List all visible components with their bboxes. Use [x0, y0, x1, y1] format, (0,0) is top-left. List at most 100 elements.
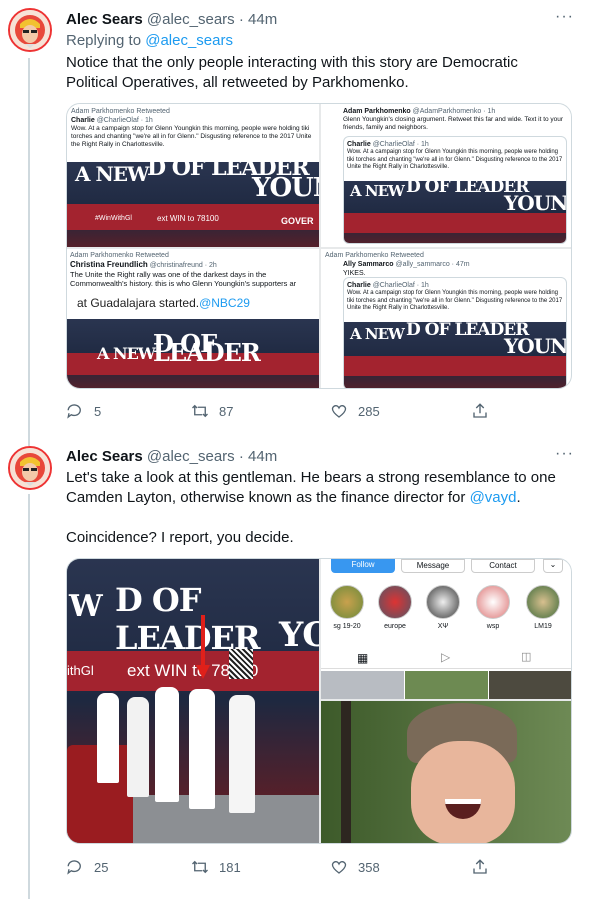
bus-photo: A NEW D OF LEADER: [67, 319, 319, 388]
play-icon[interactable]: ▷: [441, 650, 450, 664]
reply-button[interactable]: 5: [66, 402, 101, 420]
more-icon[interactable]: ···: [555, 445, 574, 463]
avatar[interactable]: [8, 446, 52, 490]
tweet-media[interactable]: Adam Parkhomenko Retweeted Charlie @Char…: [66, 103, 572, 389]
timestamp[interactable]: 44m: [248, 448, 277, 465]
media-photo-selfie[interactable]: [321, 701, 571, 843]
red-arrow-icon: [196, 615, 210, 679]
author-handle[interactable]: @alec_sears: [147, 11, 235, 28]
retweet-line: Adam Parkhomenko Retweeted: [70, 252, 169, 259]
heart-icon: [331, 860, 347, 874]
grid-icon[interactable]: ▦: [357, 651, 368, 665]
message-button[interactable]: Message: [401, 559, 465, 573]
media-screenshot-3[interactable]: Adam Parkhomenko @AdamParkhomenko · 1h G…: [321, 104, 571, 247]
retweet-button[interactable]: 87: [191, 402, 233, 420]
profile-grid: [321, 671, 571, 699]
timestamp[interactable]: 44m: [248, 11, 277, 28]
like-button[interactable]: 358: [330, 858, 380, 876]
person: [127, 697, 149, 797]
retweet-button[interactable]: 181: [191, 858, 241, 876]
more-icon[interactable]: ···: [555, 8, 574, 26]
profile-buttons: Follow Message Contact ⌄: [331, 559, 567, 573]
retweet-count: 181: [219, 859, 241, 875]
retweet-count: 87: [219, 403, 234, 419]
highlights-row: sg 19-20 europe XΨ wsp LM19: [327, 585, 571, 633]
embedded-author: Christina Freundlich @christinafreund · …: [70, 260, 217, 269]
like-button[interactable]: 285: [330, 402, 380, 420]
video-caption: at Guadalajara started.@NBC29: [77, 296, 250, 310]
face: [411, 741, 515, 843]
media-screenshot-4[interactable]: Adam Parkhomenko Retweeted Ally Sammarco…: [321, 249, 571, 388]
bus-photo: A NEW D OF LEADER YOUNGK #WinWithGl ext …: [67, 155, 319, 247]
bus-sign-text: D OF LEADER: [153, 329, 261, 367]
separator: ·: [238, 448, 244, 465]
retweet-line: Adam Parkhomenko Retweeted: [325, 252, 424, 259]
bus-photo: A NEW D OF LEADER YOUNGK: [344, 179, 566, 243]
author-name[interactable]: Alec Sears: [66, 11, 143, 28]
embedded-author: Ally Sammarco @ally_sammarco · 47m: [343, 261, 470, 268]
tweet-actions: 25 181 358: [66, 858, 496, 878]
highlight-item[interactable]: europe: [375, 585, 415, 630]
tree-trunk: [341, 701, 351, 843]
highlight-item[interactable]: sg 19-20: [327, 585, 367, 630]
mention-link[interactable]: @vayd: [470, 489, 517, 506]
tweet-header: Alec Sears @alec_sears · 44m: [66, 11, 277, 28]
reply-icon: [67, 404, 81, 419]
thread-line: [28, 58, 30, 440]
tweet-1[interactable]: Alec Sears @alec_sears · 44m ··· Replyin…: [0, 0, 598, 440]
share-icon: [473, 859, 487, 874]
person: [97, 693, 119, 783]
share-button[interactable]: [471, 402, 489, 420]
tweet-text: Notice that the only people interacting …: [66, 54, 518, 91]
bus-photo: A NEW D OF LEADER YOUNGK: [344, 322, 566, 388]
tweet-header: Alec Sears @alec_sears · 44m: [66, 448, 277, 465]
chevron-down-icon[interactable]: ⌄: [543, 559, 563, 573]
reply-button[interactable]: 25: [66, 858, 108, 876]
quote-card: Charlie @CharlieOlaf · 1h Wow. At a camp…: [343, 136, 567, 244]
embedded-author: Adam Parkhomenko @AdamParkhomenko · 1h: [343, 108, 496, 115]
tagged-icon[interactable]: ◫: [521, 650, 531, 663]
like-count: 285: [358, 403, 380, 419]
quote-text: Wow. At a campaign stop for Glenn Youngk…: [347, 149, 563, 170]
person-highlighted: [189, 689, 215, 809]
media-photo-1[interactable]: W D OF LEADER YO ithGl ext WIN to 78100: [67, 559, 319, 843]
avatar[interactable]: [8, 8, 52, 52]
replying-handle-link[interactable]: @alec_sears: [145, 32, 233, 49]
embedded-text: Wow. At a campaign stop for Glenn Youngk…: [71, 125, 312, 148]
media-screenshot-1[interactable]: Adam Parkhomenko Retweeted Charlie @Char…: [67, 104, 319, 247]
embedded-text: Glenn Youngkin's closing argument. Retwe…: [343, 116, 564, 131]
person: [229, 695, 255, 813]
contact-button[interactable]: Contact: [471, 559, 535, 573]
reply-icon: [67, 860, 81, 875]
author-name[interactable]: Alec Sears: [66, 448, 143, 465]
tweet-text-line2: Coincidence? I report, you decide.: [66, 529, 294, 546]
separator: ·: [238, 11, 244, 28]
highlight-item[interactable]: XΨ: [423, 585, 463, 630]
heart-icon: [331, 404, 347, 418]
bus-gov: GOVER: [281, 216, 314, 226]
media-screenshot-2[interactable]: Adam Parkhomenko Retweeted Christina Fre…: [67, 249, 319, 388]
share-icon: [473, 403, 487, 418]
tweet-2[interactable]: Alec Sears @alec_sears · 44m ··· Let's t…: [0, 440, 598, 899]
qr-code: [229, 649, 253, 679]
follow-button[interactable]: Follow: [331, 559, 395, 573]
bus-sign-text: D OF LEADER: [147, 155, 310, 181]
bus-sign-text: YOUNGK: [252, 173, 319, 203]
retweet-icon: [192, 860, 208, 874]
quote-card: Charlie @CharlieOlaf · 1h Wow. At a camp…: [343, 277, 567, 388]
retweet-line: Adam Parkhomenko Retweeted: [71, 108, 170, 115]
highlight-item[interactable]: LM19: [523, 585, 563, 630]
bus-sign-text: A NEW: [97, 344, 156, 363]
bus-text-win: ext WIN to 78100: [157, 214, 219, 223]
tweet-actions: 5 87 285: [66, 402, 496, 422]
reply-count: 5: [94, 403, 102, 419]
instagram-profile[interactable]: Follow Message Contact ⌄ sg 19-20 europe…: [321, 559, 571, 699]
highlight-item[interactable]: wsp: [473, 585, 513, 630]
embedded-author: Charlie @CharlieOlaf · 1h: [71, 117, 153, 124]
tweet-media[interactable]: W D OF LEADER YO ithGl ext WIN to 78100: [66, 558, 572, 844]
embedded-text: The Unite the Right rally was one of the…: [70, 270, 297, 288]
author-handle[interactable]: @alec_sears: [147, 448, 235, 465]
retweet-icon: [192, 404, 208, 418]
share-button[interactable]: [471, 858, 489, 876]
replying-prefix: Replying to: [66, 32, 142, 49]
